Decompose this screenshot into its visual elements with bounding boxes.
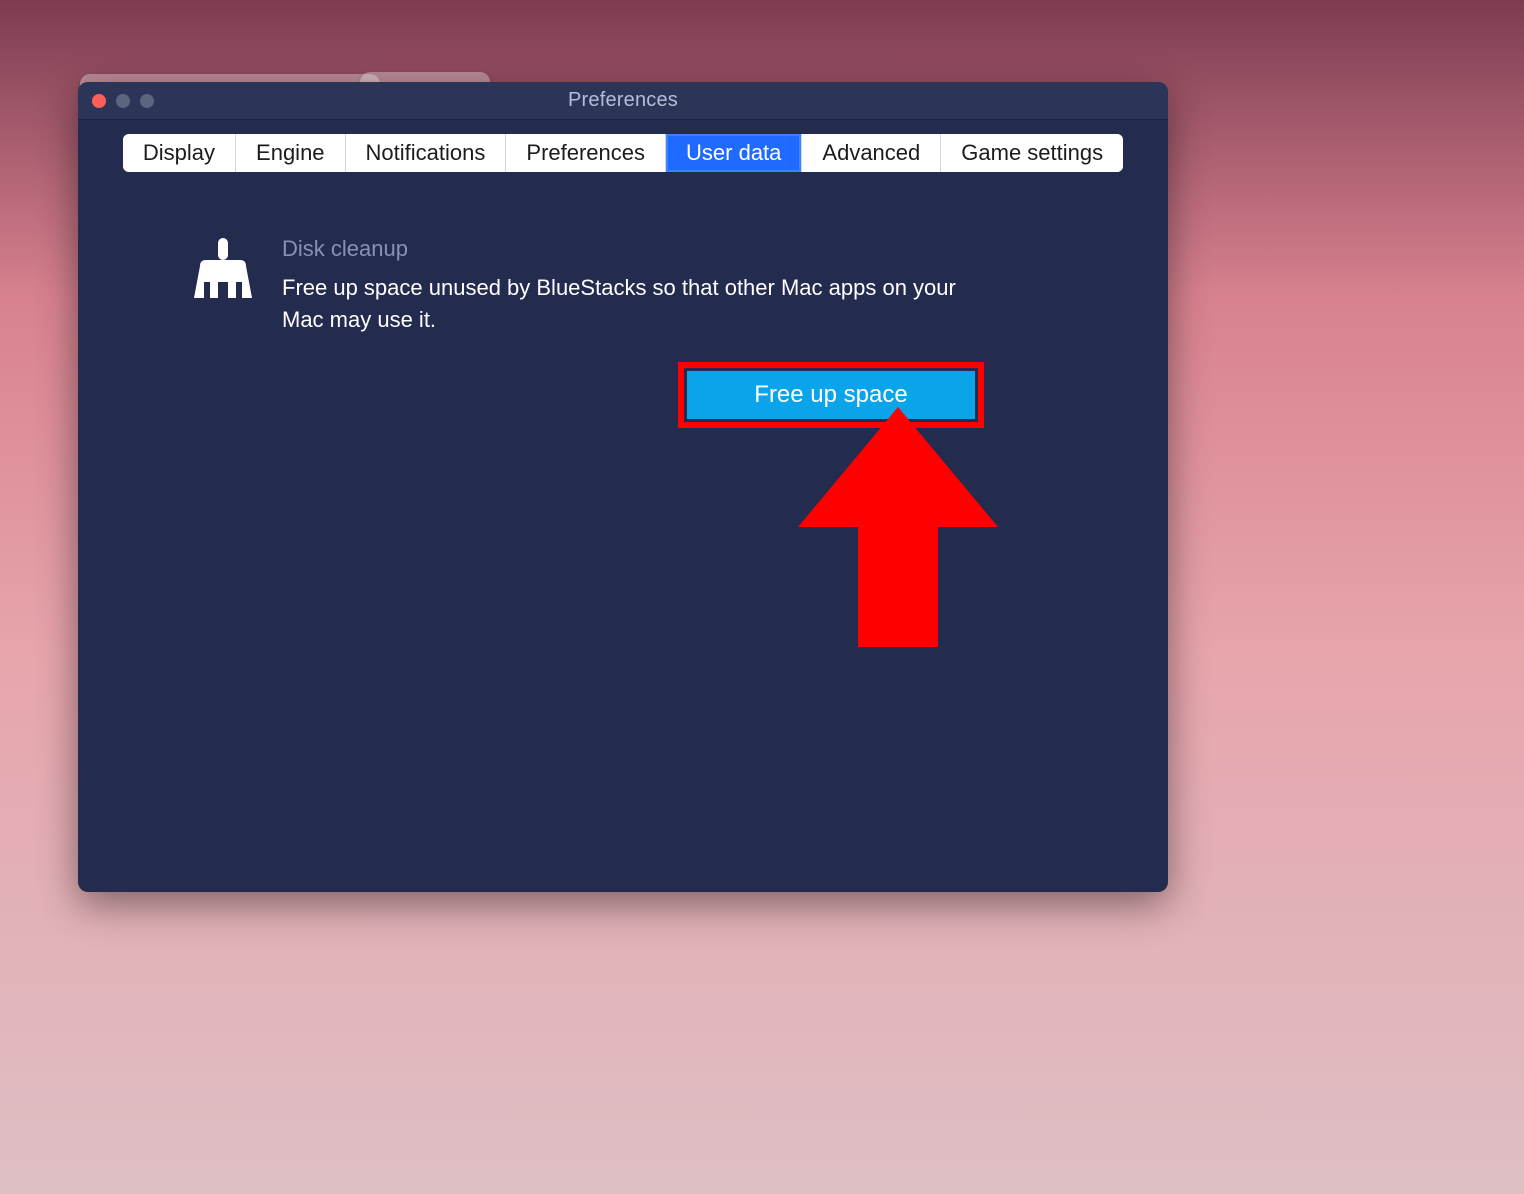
- tab-advanced[interactable]: Advanced: [802, 134, 941, 172]
- tab-notifications[interactable]: Notifications: [346, 134, 507, 172]
- tabbar: DisplayEngineNotificationsPreferencesUse…: [123, 134, 1123, 172]
- tab-display[interactable]: Display: [123, 134, 236, 172]
- tab-gamesettings[interactable]: Game settings: [941, 134, 1123, 172]
- annotation-highlight-box: Free up space: [678, 362, 984, 428]
- action-row: Free up space: [678, 362, 1058, 428]
- free-up-space-button[interactable]: Free up space: [687, 371, 975, 419]
- section-title: Disk cleanup: [282, 236, 1002, 262]
- window-title: Preferences: [568, 89, 678, 112]
- section-description: Free up space unused by BlueStacks so th…: [282, 272, 1002, 336]
- tab-engine[interactable]: Engine: [236, 134, 346, 172]
- tab-userdata[interactable]: User data: [666, 134, 802, 172]
- tab-preferences[interactable]: Preferences: [506, 134, 666, 172]
- zoom-window-icon[interactable]: [140, 94, 154, 108]
- tabbar-container: DisplayEngineNotificationsPreferencesUse…: [78, 120, 1168, 172]
- content-area: Disk cleanup Free up space unused by Blu…: [78, 172, 1168, 428]
- broom-cleanup-icon: [188, 236, 258, 310]
- section-text: Disk cleanup Free up space unused by Blu…: [282, 236, 1002, 336]
- close-window-icon[interactable]: [92, 94, 106, 108]
- window-controls: [92, 94, 154, 108]
- preferences-dialog: Preferences DisplayEngineNotificationsPr…: [78, 82, 1168, 892]
- titlebar: Preferences: [78, 82, 1168, 120]
- disk-cleanup-section: Disk cleanup Free up space unused by Blu…: [188, 236, 1058, 336]
- annotation-arrow-up-icon: [798, 407, 998, 662]
- minimize-window-icon[interactable]: [116, 94, 130, 108]
